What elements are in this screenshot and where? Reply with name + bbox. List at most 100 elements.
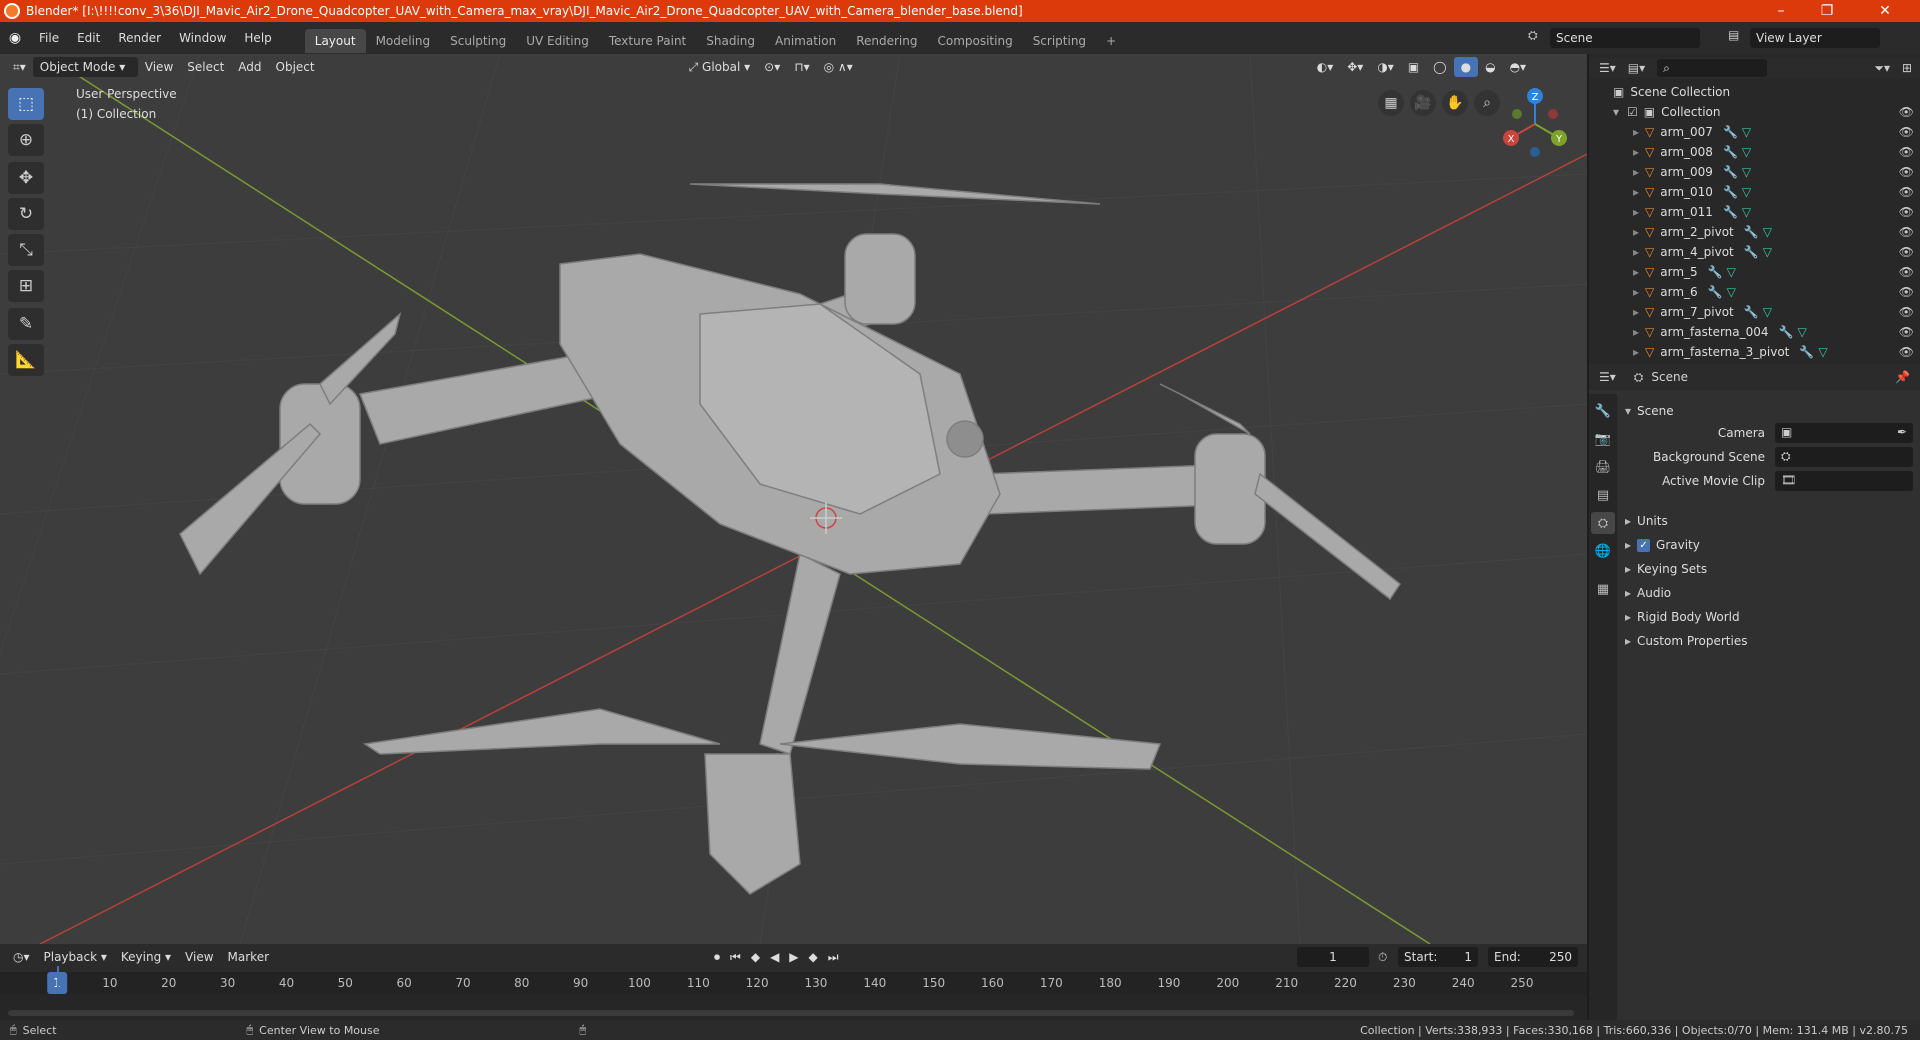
modifier-icon[interactable]: 🔧: [1723, 185, 1738, 199]
wireframe-shading-icon[interactable]: ◯: [1426, 57, 1453, 77]
mesh-data-icon[interactable]: ▽: [1742, 145, 1751, 159]
gizmo-neg-z-icon[interactable]: [1530, 147, 1540, 157]
timeline-ruler[interactable]: 1102030405060708090100110120130140150160…: [0, 972, 1587, 994]
tab-scripting[interactable]: Scripting: [1023, 29, 1096, 53]
modifier-icon[interactable]: 🔧: [1779, 325, 1794, 339]
playhead[interactable]: [57, 966, 59, 992]
menu-window[interactable]: Window: [170, 22, 235, 54]
panel-rigid-body-world[interactable]: ▸ Rigid Body World: [1625, 606, 1915, 628]
transform-icon[interactable]: ⊞: [8, 270, 44, 302]
close-button[interactable]: ✕: [1850, 0, 1920, 22]
outliner-item[interactable]: ▸ ▽ arm_4_pivot 🔧 ▽ 👁: [1589, 242, 1920, 262]
panel-audio[interactable]: ▸ Audio: [1625, 582, 1915, 604]
play-icon[interactable]: ▶: [785, 950, 802, 965]
expand-arrow-icon[interactable]: ▸: [1633, 185, 1639, 199]
modifier-icon[interactable]: 🔧: [1723, 145, 1738, 159]
camera-field[interactable]: ▣ ✒: [1775, 423, 1913, 443]
mesh-data-icon[interactable]: ▽: [1763, 245, 1772, 259]
transform-orientation-dropdown[interactable]: ⤢ Global ▾: [682, 57, 758, 77]
menu-keying[interactable]: Keying ▾: [114, 947, 178, 967]
mesh-data-icon[interactable]: ▽: [1818, 345, 1827, 359]
cursor-icon[interactable]: ⊕: [8, 124, 44, 156]
mesh-data-icon[interactable]: ▽: [1727, 265, 1736, 279]
eyedropper-icon[interactable]: ✒: [1897, 425, 1907, 439]
editor-type-icon[interactable]: ☰▾: [1599, 370, 1616, 384]
menu-marker[interactable]: Marker: [221, 947, 276, 967]
expand-arrow-icon[interactable]: ▸: [1633, 325, 1639, 339]
menu-view[interactable]: View: [138, 57, 180, 77]
end-frame-field[interactable]: End: 250: [1488, 947, 1578, 967]
jump-start-icon[interactable]: ⏮: [726, 950, 745, 965]
expand-arrow-icon[interactable]: ▸: [1633, 205, 1639, 219]
outliner-item[interactable]: ▸ ▽ arm_7_pivot 🔧 ▽ 👁: [1589, 302, 1920, 322]
expand-arrow-icon[interactable]: ▸: [1633, 145, 1639, 159]
outliner-item[interactable]: ▸ ▽ arm_007 🔧 ▽ 👁: [1589, 122, 1920, 142]
timeline-area[interactable]: [0, 994, 1587, 1020]
collapse-arrow-icon[interactable]: ▾: [1613, 105, 1619, 119]
outliner-item[interactable]: ▸ ▽ arm_fasterna_3_pivot 🔧 ▽ 👁: [1589, 342, 1920, 362]
eye-icon[interactable]: 👁: [1899, 185, 1914, 199]
modifier-icon[interactable]: 🔧: [1799, 345, 1814, 359]
output-tab-icon[interactable]: 🖨: [1591, 456, 1615, 478]
expand-arrow-icon[interactable]: ▸: [1633, 225, 1639, 239]
pan-hand-icon[interactable]: ✋: [1442, 90, 1468, 116]
eye-icon[interactable]: 👁: [1899, 265, 1914, 279]
outliner-search-input[interactable]: ⌕: [1657, 59, 1768, 77]
jump-end-icon[interactable]: ⏭: [824, 950, 843, 965]
eye-icon[interactable]: 👁: [1899, 245, 1914, 259]
gravity-checkbox[interactable]: ✓: [1637, 538, 1651, 552]
gizmo-neg-x-icon[interactable]: [1548, 109, 1558, 119]
minimize-button[interactable]: –: [1758, 0, 1804, 22]
mesh-data-icon[interactable]: ▽: [1798, 325, 1807, 339]
gizmo-toggle-icon[interactable]: ✥▾: [1340, 57, 1370, 77]
mesh-data-icon[interactable]: ▽: [1742, 165, 1751, 179]
clock-icon[interactable]: ⏱: [1378, 950, 1387, 965]
panel-keying-sets[interactable]: ▸ Keying Sets: [1625, 558, 1915, 580]
display-mode-icon[interactable]: ☰▾: [1599, 61, 1616, 75]
texture-tab-icon[interactable]: ▦: [1591, 578, 1615, 600]
modifier-icon[interactable]: 🔧: [1723, 165, 1738, 179]
mesh-data-icon[interactable]: ▽: [1763, 225, 1772, 239]
scene-field[interactable]: Scene: [1550, 28, 1700, 48]
solid-shading-icon[interactable]: ●: [1453, 57, 1479, 77]
mesh-data-icon[interactable]: ▽: [1742, 185, 1751, 199]
modifier-icon[interactable]: 🔧: [1723, 125, 1738, 139]
navigation-gizmo[interactable]: Z X Y: [1495, 84, 1575, 164]
rendered-shading-icon[interactable]: ◓▾: [1503, 57, 1534, 77]
timeline-scrollbar[interactable]: [8, 1010, 1574, 1016]
3d-viewport[interactable]: ⌗▾ Object Mode ▾ View Select Add Object …: [0, 54, 1587, 944]
material-shading-icon[interactable]: ◒: [1478, 57, 1502, 77]
xray-icon[interactable]: ▣: [1401, 57, 1426, 77]
scene-collection-row[interactable]: ▣ Scene Collection: [1589, 82, 1920, 102]
tab-shading[interactable]: Shading: [696, 29, 765, 53]
modifier-icon[interactable]: 🔧: [1723, 205, 1738, 219]
menu-object[interactable]: Object: [269, 57, 322, 77]
pivot-icon[interactable]: ⊙▾: [757, 57, 787, 77]
outliner-item[interactable]: ▸ ▽ arm_009 🔧 ▽ 👁: [1589, 162, 1920, 182]
expand-arrow-icon[interactable]: ▸: [1633, 165, 1639, 179]
pin-icon[interactable]: 📌: [1895, 370, 1910, 384]
outliner-item[interactable]: ▸ ▽ arm_008 🔧 ▽ 👁: [1589, 142, 1920, 162]
expand-arrow-icon[interactable]: ▸: [1633, 125, 1639, 139]
menu-view[interactable]: View: [178, 947, 220, 967]
mesh-data-icon[interactable]: ▽: [1742, 205, 1751, 219]
eye-icon[interactable]: 👁: [1899, 305, 1914, 319]
modifier-icon[interactable]: 🔧: [1744, 225, 1759, 239]
eye-icon[interactable]: 👁: [1899, 325, 1914, 339]
eye-icon[interactable]: 👁: [1899, 285, 1914, 299]
tab-compositing[interactable]: Compositing: [927, 29, 1022, 53]
outliner-item[interactable]: ▸ ▽ arm_fasterna_004 🔧 ▽ 👁: [1589, 322, 1920, 342]
menu-select[interactable]: Select: [180, 57, 231, 77]
editor-type-icon[interactable]: ⌗▾: [6, 57, 33, 77]
menu-help[interactable]: Help: [235, 22, 280, 54]
collection-row[interactable]: ▾ ☑ ▣ Collection 👁: [1589, 102, 1920, 122]
outliner-item[interactable]: ▸ ▽ arm_5 🔧 ▽ 👁: [1589, 262, 1920, 282]
menu-add[interactable]: Add: [231, 57, 268, 77]
grid-view-icon[interactable]: ▦: [1378, 90, 1404, 116]
tab-animation[interactable]: Animation: [765, 29, 846, 53]
mesh-data-icon[interactable]: ▽: [1727, 285, 1736, 299]
tab-modeling[interactable]: Modeling: [366, 29, 441, 53]
modifier-icon[interactable]: 🔧: [1708, 285, 1723, 299]
menu-edit[interactable]: Edit: [68, 22, 109, 54]
eye-icon[interactable]: 👁: [1899, 205, 1914, 219]
